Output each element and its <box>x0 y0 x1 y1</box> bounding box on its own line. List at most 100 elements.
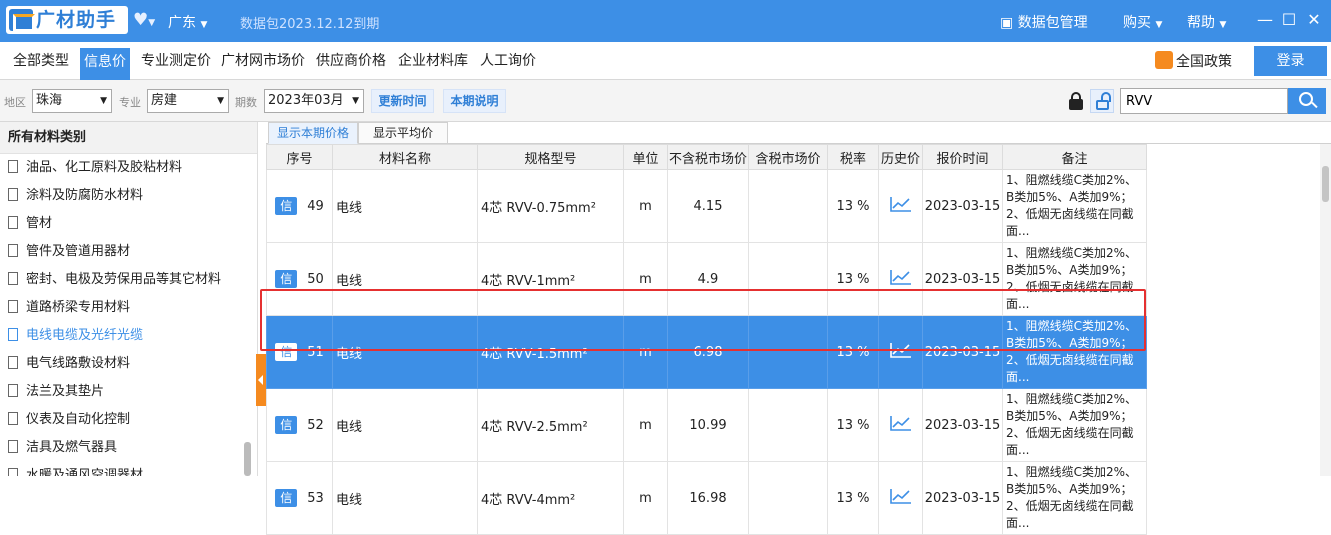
tax-rate-cell: 13 % <box>827 388 879 462</box>
lock-icon[interactable] <box>1066 90 1086 112</box>
tab-supplier-price[interactable]: 供应商价格 <box>313 50 389 78</box>
search-button[interactable] <box>1288 88 1326 114</box>
column-header[interactable]: 单位 <box>623 144 668 170</box>
trend-chart-icon[interactable] <box>889 488 912 504</box>
trend-chart-icon[interactable] <box>889 415 912 431</box>
row-number-cell: 信 52 <box>266 388 333 462</box>
major-filter-label: 专业 <box>119 96 141 109</box>
title-bar: 广材助手 ♥▼ 广东 ▼ 数据包2023.12.12到期 ▣ 数据包管理 购买 … <box>0 0 1331 42</box>
column-header[interactable]: 材料名称 <box>332 144 478 170</box>
unlock-icon[interactable] <box>1090 89 1114 113</box>
tab-average-price[interactable]: 显示平均价 <box>358 122 448 144</box>
maximize-icon[interactable]: ☐ <box>1278 8 1300 32</box>
help-menu[interactable]: 帮助 ▼ <box>1187 12 1226 32</box>
quote-date-cell: 2023-03-15 <box>922 169 1003 243</box>
remark-cell: 1、阻燃线缆C类加2%、B类加5%、A类加9%；2、低烟无卤线缆在同截面... <box>1002 242 1147 316</box>
sidebar-item[interactable]: 电线电缆及光纤光缆 <box>0 322 257 350</box>
favorite-icon[interactable]: ♥▼ <box>133 10 155 30</box>
price-ex-tax-cell: 4.15 <box>667 169 749 243</box>
login-button[interactable]: 登录 <box>1254 46 1327 76</box>
package-manager-button[interactable]: ▣ 数据包管理 <box>1000 12 1088 32</box>
tab-manual-inquiry[interactable]: 人工询价 <box>477 50 539 78</box>
spec-cell: 4芯 RVV-4mm² <box>477 461 624 535</box>
minimize-icon[interactable]: — <box>1254 8 1276 32</box>
sidebar-collapse-handle[interactable] <box>256 354 266 406</box>
tax-rate-cell: 13 % <box>827 315 879 389</box>
material-name-cell: 电线 <box>332 461 478 535</box>
table-row[interactable]: 信 49 电线 4芯 RVV-0.75mm² m 4.15 13 % 2023-03-15 1、… <box>266 169 1147 243</box>
info-price-badge: 信 <box>275 270 298 288</box>
sidebar-item[interactable]: 道路桥梁专用材料 <box>0 294 257 322</box>
period-note-button[interactable]: 本期说明 <box>443 89 506 113</box>
sidebar-item[interactable]: 管件及管道用器材 <box>0 238 257 266</box>
search-input[interactable] <box>1120 88 1288 114</box>
row-number: 53 <box>307 491 324 506</box>
document-icon <box>8 384 18 397</box>
tab-enterprise-library[interactable]: 企业材料库 <box>395 50 471 78</box>
update-time-button[interactable]: 更新时间 <box>371 89 434 113</box>
column-header[interactable]: 不含税市场价 <box>667 144 749 170</box>
trend-chart-icon[interactable] <box>889 269 912 285</box>
table-row[interactable]: 信 52 电线 4芯 RVV-2.5mm² m 10.99 13 % 2023-03-15 1、… <box>266 388 1147 462</box>
close-icon[interactable]: ✕ <box>1303 8 1325 32</box>
document-icon <box>8 160 18 173</box>
column-header[interactable]: 备注 <box>1002 144 1147 170</box>
scrollbar-thumb[interactable] <box>1322 166 1329 202</box>
tax-rate-cell: 13 % <box>827 461 879 535</box>
row-number: 49 <box>307 199 324 214</box>
buy-menu[interactable]: 购买 ▼ <box>1123 12 1162 32</box>
region-label: 广东 <box>168 15 196 31</box>
filter-bar: 地区 珠海 ▼ 专业 房建 ▼ 期数 2023年03月 ▼ 更新时间 本期说明 <box>0 80 1331 122</box>
row-number: 51 <box>307 345 324 360</box>
price-ex-tax-cell: 16.98 <box>667 461 749 535</box>
table-scrollbar[interactable] <box>1320 144 1331 476</box>
column-header[interactable]: 税率 <box>827 144 879 170</box>
sidebar-item-label: 仪表及自动化控制 <box>26 412 131 427</box>
national-policy-link[interactable]: 全国政策 <box>1155 51 1232 71</box>
unit-cell: m <box>623 169 668 243</box>
period-select[interactable]: 2023年03月 ▼ <box>264 89 364 113</box>
column-header[interactable]: 历史价 <box>878 144 923 170</box>
sidebar-item[interactable]: 密封、电极及劳保用品等其它材料 <box>0 266 257 294</box>
trend-chart-icon[interactable] <box>889 342 912 358</box>
remark-cell: 1、阻燃线缆C类加2%、B类加5%、A类加9%；2、低烟无卤线缆在同截面... <box>1002 315 1147 389</box>
sidebar-item[interactable]: 管材 <box>0 210 257 238</box>
price-inc-tax-cell <box>748 169 828 243</box>
package-expiry: 数据包2023.12.12到期 <box>240 17 380 32</box>
table-row[interactable]: 信 51 电线 4芯 RVV-1.5mm² m 6.98 13 % 2023-03-15 1、阻… <box>266 315 1147 389</box>
column-header[interactable]: 报价时间 <box>922 144 1003 170</box>
sidebar-item-label: 管材 <box>26 216 53 231</box>
quote-date-cell: 2023-03-15 <box>922 461 1003 535</box>
sidebar-item[interactable]: 仪表及自动化控制 <box>0 406 257 434</box>
material-name-cell: 电线 <box>332 169 478 243</box>
column-header[interactable]: 含税市场价 <box>748 144 828 170</box>
table-row[interactable]: 信 53 电线 4芯 RVV-4mm² m 16.98 13 % 2023-03-15 1、阻燃… <box>266 461 1147 535</box>
table-row[interactable]: 信 50 电线 4芯 RVV-1mm² m 4.9 13 % 2023-03-15 1、阻燃线缆… <box>266 242 1147 316</box>
tab-current-price[interactable]: 显示本期价格 <box>268 122 358 144</box>
sidebar-item-label: 油品、化工原料及胶粘材料 <box>26 160 183 175</box>
tab-market-price[interactable]: 广材网市场价 <box>218 50 308 78</box>
tab-all-types[interactable]: 全部类型 <box>10 50 72 78</box>
sidebar-item[interactable]: 洁具及燃气器具 <box>0 434 257 462</box>
tab-professional-price[interactable]: 专业测定价 <box>138 50 214 78</box>
sidebar-item[interactable]: 油品、化工原料及胶粘材料 <box>0 154 257 182</box>
tab-info-price[interactable]: 信息价 <box>80 48 130 80</box>
region-select[interactable]: 珠海 ▼ <box>32 89 112 113</box>
document-icon <box>8 300 18 313</box>
column-header[interactable]: 序号 <box>266 144 333 170</box>
spec-cell: 4芯 RVV-2.5mm² <box>477 388 624 462</box>
sidebar-scrollbar[interactable] <box>244 442 251 476</box>
sidebar-item-label: 涂料及防腐防水材料 <box>26 188 144 203</box>
category-nav: 全部类型 信息价 专业测定价 广材网市场价 供应商价格 企业材料库 人工询价 全… <box>0 42 1331 80</box>
column-header[interactable]: 规格型号 <box>477 144 624 170</box>
sidebar-item-label: 密封、电极及劳保用品等其它材料 <box>26 272 222 287</box>
document-icon <box>8 356 18 369</box>
sidebar-item-label: 法兰及其垫片 <box>26 384 105 399</box>
sidebar-item[interactable]: 法兰及其垫片 <box>0 378 257 406</box>
region-selector[interactable]: 广东 ▼ <box>168 12 207 32</box>
trend-chart-icon[interactable] <box>889 196 912 212</box>
sidebar-item[interactable]: 水暖及通风空调器材 <box>0 462 257 476</box>
sidebar-item[interactable]: 电气线路敷设材料 <box>0 350 257 378</box>
sidebar-item[interactable]: 涂料及防腐防水材料 <box>0 182 257 210</box>
major-select[interactable]: 房建 ▼ <box>147 89 229 113</box>
